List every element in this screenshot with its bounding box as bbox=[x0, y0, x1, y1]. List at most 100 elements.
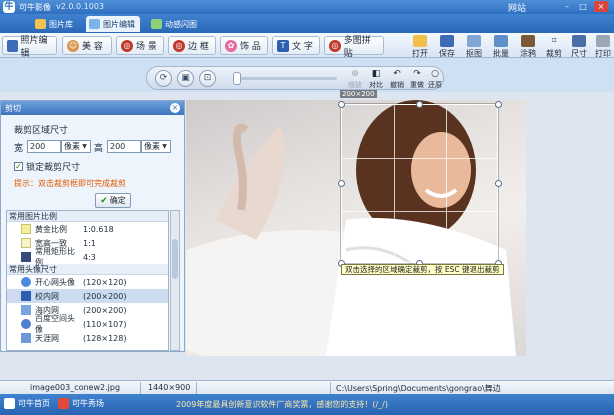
grid-line bbox=[446, 105, 447, 262]
tab-label: 图片库 bbox=[49, 19, 73, 29]
ratio-icon bbox=[21, 252, 31, 262]
open-button[interactable]: 打开 bbox=[410, 35, 430, 58]
item-name: 天涯网 bbox=[35, 333, 59, 343]
list-item[interactable]: 开心网头像 (120×120) bbox=[7, 275, 168, 289]
tab-animated-gif[interactable]: 动感闪图 bbox=[148, 16, 202, 32]
batch-button[interactable]: 批量 bbox=[491, 35, 511, 58]
list-item-selected[interactable]: 校内网 (200×200) bbox=[7, 289, 168, 303]
compare-button[interactable]: ◧ 对比 bbox=[366, 69, 386, 90]
scrollbar-thumb[interactable] bbox=[172, 239, 178, 279]
item-value: (110×107) bbox=[83, 319, 127, 329]
crop-hint-tooltip: 双击选择的区域确定裁剪，按 ESC 键退出裁剪 bbox=[341, 264, 504, 275]
unit-value: 像素 bbox=[144, 142, 160, 151]
module-photo-edit-button[interactable]: 照片编辑 bbox=[2, 36, 57, 59]
crop-handle-left[interactable] bbox=[338, 180, 345, 187]
crop-button[interactable]: ⌗ 裁剪 bbox=[544, 35, 564, 58]
subtool-label: 缩放 bbox=[348, 81, 362, 89]
module-ornament-button[interactable]: ✿ 饰 品 bbox=[220, 36, 268, 55]
crop-tip: 提示：双击裁剪框即可完成裁剪 bbox=[14, 179, 126, 188]
module-text-button[interactable]: T 文 字 bbox=[272, 36, 320, 55]
crop-selection[interactable] bbox=[341, 104, 498, 263]
list-item[interactable]: 海内网 (200×200) bbox=[7, 303, 168, 317]
actual-size-icon[interactable]: ⊡ bbox=[199, 70, 216, 87]
list-item[interactable]: 黄金比例 1:0.618 bbox=[7, 222, 168, 236]
grid-line bbox=[342, 158, 497, 159]
save-button[interactable]: 保存 bbox=[437, 35, 457, 58]
promo-text[interactable]: 2009年度最具创新意识软件厂商奖票，感谢您的支持！(/_/) bbox=[176, 399, 388, 410]
status-filename: image003_conew2.jpg bbox=[30, 383, 121, 392]
item-value: 1:0.618 bbox=[83, 224, 114, 234]
forum-link[interactable]: 可牛秀场 bbox=[58, 398, 104, 409]
height-input[interactable]: 200 bbox=[107, 140, 141, 153]
app-name: 可牛影像 bbox=[19, 3, 51, 12]
list-item[interactable]: 百度空间头像 (110×107) bbox=[7, 314, 168, 334]
crop-handle-top-left[interactable] bbox=[338, 101, 345, 108]
undo-icon: ↶ bbox=[393, 69, 401, 79]
lock-size-checkbox[interactable]: ✓ 锁定裁剪尺寸 bbox=[14, 160, 80, 173]
action-label: 保存 bbox=[439, 49, 455, 58]
subtool-label: 重做 bbox=[410, 81, 424, 89]
edit-subtoolbar: ⟳ ▣ ⊡ ⊕ 缩放 ◧ 对比 ↶ 撤销 ↷ 重做 ○ 还原 bbox=[146, 66, 444, 90]
cutout-button[interactable]: 抠图 bbox=[464, 35, 484, 58]
zoom-slider[interactable] bbox=[237, 77, 337, 80]
width-input[interactable]: 200 bbox=[27, 140, 61, 153]
width-unit-select[interactable]: 像素 ▼ bbox=[61, 140, 91, 153]
status-path: C:\Users\Spring\Documents\gongrao\舞边 bbox=[336, 384, 501, 393]
module-beauty-button[interactable]: ☺ 美 容 bbox=[62, 36, 112, 55]
crop-size-title: 裁剪区域尺寸 bbox=[14, 126, 69, 136]
action-label: 尺寸 bbox=[571, 49, 587, 58]
zoom-slider-thumb[interactable] bbox=[233, 72, 241, 85]
fit-screen-icon[interactable]: ▣ bbox=[177, 70, 194, 87]
zoom-icon: ⊕ bbox=[351, 69, 359, 79]
undo-button[interactable]: ↶ 撤销 bbox=[387, 69, 407, 90]
close-icon[interactable]: × bbox=[594, 1, 608, 12]
crop-handle-top[interactable] bbox=[416, 101, 423, 108]
tab-image-edit[interactable]: 图片编辑 bbox=[86, 16, 140, 32]
grid-line bbox=[394, 105, 395, 262]
height-unit-select[interactable]: 像素 ▼ bbox=[141, 140, 171, 153]
chevron-down-icon: ▼ bbox=[162, 143, 167, 150]
module-frame-button[interactable]: ◎ 边 框 bbox=[168, 36, 216, 55]
zoom-button[interactable]: ⊕ 缩放 bbox=[345, 69, 365, 90]
list-item[interactable]: 常用矩形比例 4:3 bbox=[7, 247, 168, 267]
rotate-icon[interactable]: ⟳ bbox=[155, 70, 172, 87]
module-label: 美 容 bbox=[82, 42, 103, 52]
batch-icon bbox=[494, 35, 508, 47]
action-label: 涂鸦 bbox=[520, 49, 536, 58]
ratio-list-scrollbar[interactable] bbox=[170, 210, 180, 351]
minimize-icon[interactable]: – bbox=[560, 1, 574, 12]
item-value: (128×128) bbox=[83, 333, 127, 343]
redo-button[interactable]: ↷ 重做 bbox=[407, 69, 427, 90]
item-value: 4:3 bbox=[83, 252, 96, 262]
website-link[interactable]: 网站 bbox=[508, 1, 526, 14]
size-button[interactable]: 尺寸 bbox=[569, 35, 589, 58]
restore-button[interactable]: ○ 还原 bbox=[425, 69, 445, 90]
status-dimensions: 1440×900 bbox=[148, 383, 191, 392]
module-scene-button[interactable]: ◎ 场 景 bbox=[116, 36, 164, 55]
scene-icon: ◎ bbox=[121, 39, 133, 52]
action-label: 批量 bbox=[493, 49, 509, 58]
home-link[interactable]: 可牛首页 bbox=[4, 398, 50, 409]
panel-close-icon[interactable]: × bbox=[170, 103, 180, 113]
print-button[interactable]: 打印 bbox=[593, 35, 613, 58]
panel-header: 剪切 × bbox=[1, 101, 184, 115]
main-tabs: 图片库 图片编辑 动感闪图 bbox=[0, 14, 614, 33]
action-label: 打开 bbox=[412, 49, 428, 58]
crop-handle-top-right[interactable] bbox=[495, 101, 502, 108]
maximize-icon[interactable]: □ bbox=[576, 1, 590, 12]
save-icon bbox=[440, 35, 454, 47]
graffiti-button[interactable]: 涂鸦 bbox=[518, 35, 538, 58]
tab-image-library[interactable]: 图片库 bbox=[32, 16, 78, 32]
list-item[interactable]: 天涯网 (128×128) bbox=[7, 331, 168, 345]
grid-line bbox=[342, 211, 497, 212]
crop-size-label: 200×200 bbox=[340, 90, 377, 98]
confirm-button[interactable]: ✔ 确定 bbox=[95, 193, 131, 208]
crop-handle-right[interactable] bbox=[495, 180, 502, 187]
status-bar: image003_conew2.jpg 1440×900 C:\Users\Sp… bbox=[0, 380, 614, 394]
print-icon bbox=[596, 35, 610, 47]
list-item[interactable]: 宽高一致 1:1 bbox=[7, 236, 168, 250]
module-collage-button[interactable]: ◎ 多图拼贴 bbox=[324, 36, 384, 59]
group-header: 常用图片比例 bbox=[7, 211, 168, 222]
open-icon bbox=[413, 35, 427, 47]
restore-icon: ○ bbox=[431, 69, 439, 79]
